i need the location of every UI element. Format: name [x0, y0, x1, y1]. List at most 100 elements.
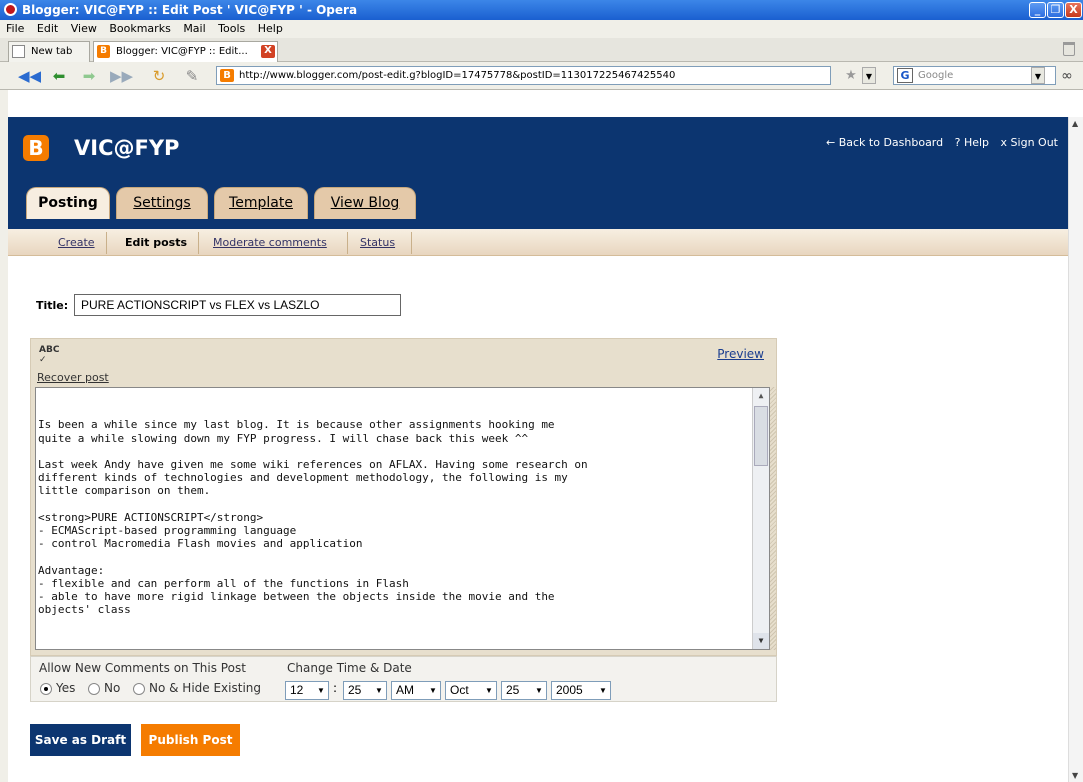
day-select[interactable]: 25 ▼	[501, 681, 547, 700]
rewind-icon[interactable]: ◀◀	[18, 67, 41, 85]
restore-button[interactable]: ❐	[1047, 2, 1064, 18]
menu-help[interactable]: Help	[258, 20, 283, 38]
radio-label: No	[104, 681, 121, 695]
blogger-header: B VIC@FYP ← Back to Dashboard ? Help x S…	[8, 117, 1068, 232]
post-body-textarea[interactable]: Is been a while since my last blog. It i…	[35, 387, 770, 650]
scroll-up-icon[interactable]: ▲	[753, 388, 769, 404]
chevron-down-icon: ▼	[482, 682, 496, 699]
trash-icon[interactable]	[1063, 42, 1075, 56]
month-value: Oct	[450, 683, 469, 697]
spellcheck-icon[interactable]: ABC ✓	[39, 345, 59, 365]
menu-tools[interactable]: Tools	[218, 20, 245, 38]
tab-blogger[interactable]: B Blogger: VIC@FYP :: Edit... X	[93, 41, 278, 62]
address-url: http://www.blogger.com/post-edit.g?blogI…	[239, 70, 676, 81]
tab-bar: New tab B Blogger: VIC@FYP :: Edit... X	[0, 38, 1083, 62]
textarea-scrollbar[interactable]: ▲ ▼	[752, 388, 769, 649]
chevron-down-icon: ▼	[532, 682, 546, 699]
subtab-status[interactable]: Status	[360, 233, 395, 252]
menu-bar: File Edit View Bookmarks Mail Tools Help	[0, 20, 1083, 38]
scroll-thumb[interactable]	[754, 406, 768, 466]
menu-mail[interactable]: Mail	[183, 20, 205, 38]
header-links: ← Back to Dashboard ? Help x Sign Out	[818, 136, 1058, 149]
chevron-down-icon: ▼	[596, 682, 610, 699]
back-to-dashboard-link[interactable]: ← Back to Dashboard	[826, 136, 943, 149]
preview-link[interactable]: Preview	[717, 347, 764, 361]
recover-post-link[interactable]: Recover post	[37, 371, 109, 384]
day-value: 25	[506, 683, 520, 697]
blogger-favicon-icon: B	[97, 45, 110, 58]
chevron-down-icon: ▼	[314, 682, 328, 699]
menu-edit[interactable]: Edit	[37, 20, 58, 38]
hour-value: 12	[290, 683, 304, 697]
search-engine-dropdown[interactable]: ▼	[862, 67, 876, 84]
blog-name: VIC@FYP	[74, 136, 180, 160]
blogger-logo-icon: B	[23, 135, 49, 161]
chevron-down-icon: ▼	[426, 682, 440, 699]
menu-view[interactable]: View	[71, 20, 97, 38]
forward-icon[interactable]: ➡	[80, 67, 98, 85]
subtab-edit-posts[interactable]: Edit posts	[125, 233, 187, 252]
subtab-create[interactable]: Create	[58, 233, 95, 252]
back-icon[interactable]: ⬅	[50, 67, 68, 85]
tab-template[interactable]: Template	[214, 187, 308, 219]
close-tab-icon[interactable]: X	[261, 45, 275, 58]
minute-select[interactable]: 25 ▼	[343, 681, 387, 700]
navigation-bar: ◀◀ ⬅ ➡ ▶▶ ↻ ✎ B http://www.blogger.com/p…	[0, 62, 1083, 90]
separator	[347, 232, 348, 254]
edit-icon[interactable]: ✎	[183, 67, 201, 85]
title-input[interactable]: PURE ACTIONSCRIPT vs FLEX vs LASZLO	[74, 294, 401, 316]
page-scrollbar[interactable]: ▲ ▼	[1068, 117, 1083, 782]
chevron-down-icon: ▼	[372, 682, 386, 699]
radio-comments-hide[interactable]	[133, 683, 145, 695]
month-select[interactable]: Oct ▼	[445, 681, 497, 700]
tab-view-blog[interactable]: View Blog	[314, 187, 416, 219]
publish-post-button[interactable]: Publish Post	[141, 724, 240, 756]
separator	[198, 232, 199, 254]
window-titlebar: Blogger: VIC@FYP :: Edit Post ' VIC@FYP …	[0, 0, 1083, 20]
scroll-down-icon[interactable]: ▼	[753, 633, 769, 649]
menu-file[interactable]: File	[6, 20, 24, 38]
window-title: Blogger: VIC@FYP :: Edit Post ' VIC@FYP …	[22, 3, 358, 17]
reload-icon[interactable]: ↻	[150, 67, 168, 85]
address-field[interactable]: B http://www.blogger.com/post-edit.g?blo…	[216, 66, 831, 85]
menu-bookmarks[interactable]: Bookmarks	[109, 20, 170, 38]
year-select[interactable]: 2005 ▼	[551, 681, 611, 700]
radio-label: No & Hide Existing	[149, 681, 262, 695]
separator	[411, 232, 412, 254]
google-icon: G	[897, 68, 913, 83]
scroll-up-icon[interactable]: ▲	[1072, 119, 1078, 128]
time-colon: :	[333, 681, 338, 695]
comments-label: Allow New Comments on This Post	[39, 661, 246, 675]
search-dropdown[interactable]: ▼	[1031, 67, 1045, 84]
ampm-select[interactable]: AM ▼	[391, 681, 441, 700]
sub-navigation: Create Edit posts Moderate comments Stat…	[8, 229, 1068, 256]
radio-comments-yes[interactable]	[40, 683, 52, 695]
title-label: Title:	[36, 299, 69, 312]
help-link[interactable]: ? Help	[955, 136, 989, 149]
tab-new-tab[interactable]: New tab	[8, 41, 90, 62]
tab-posting[interactable]: Posting	[26, 187, 110, 219]
minimize-button[interactable]: _	[1029, 2, 1046, 18]
subtab-moderate-comments[interactable]: Moderate comments	[213, 233, 327, 252]
fast-forward-icon[interactable]: ▶▶	[110, 67, 133, 85]
separator	[106, 232, 107, 254]
spellcheck-text: ABC	[39, 345, 60, 355]
post-body-text: Is been a while since my last blog. It i…	[38, 418, 588, 617]
save-as-draft-button[interactable]: Save as Draft	[30, 724, 131, 756]
tab-settings[interactable]: Settings	[116, 187, 208, 219]
zoom-glasses-icon[interactable]: ∞	[1058, 67, 1076, 85]
minute-value: 25	[348, 683, 362, 697]
blogger-favicon-icon: B	[220, 69, 234, 82]
panel-grip[interactable]	[0, 90, 8, 782]
hour-select[interactable]: 12 ▼	[285, 681, 329, 700]
radio-label: Yes	[56, 681, 76, 695]
scroll-down-icon[interactable]: ▼	[1072, 771, 1078, 780]
wand-icon[interactable]: ★	[842, 67, 860, 85]
tab-label: New tab	[31, 46, 73, 57]
datetime-label: Change Time & Date	[287, 661, 412, 675]
sign-out-link[interactable]: x Sign Out	[1001, 136, 1058, 149]
page-icon	[12, 45, 25, 58]
year-value: 2005	[556, 683, 583, 697]
close-window-button[interactable]: X	[1065, 2, 1082, 18]
radio-comments-no[interactable]	[88, 683, 100, 695]
